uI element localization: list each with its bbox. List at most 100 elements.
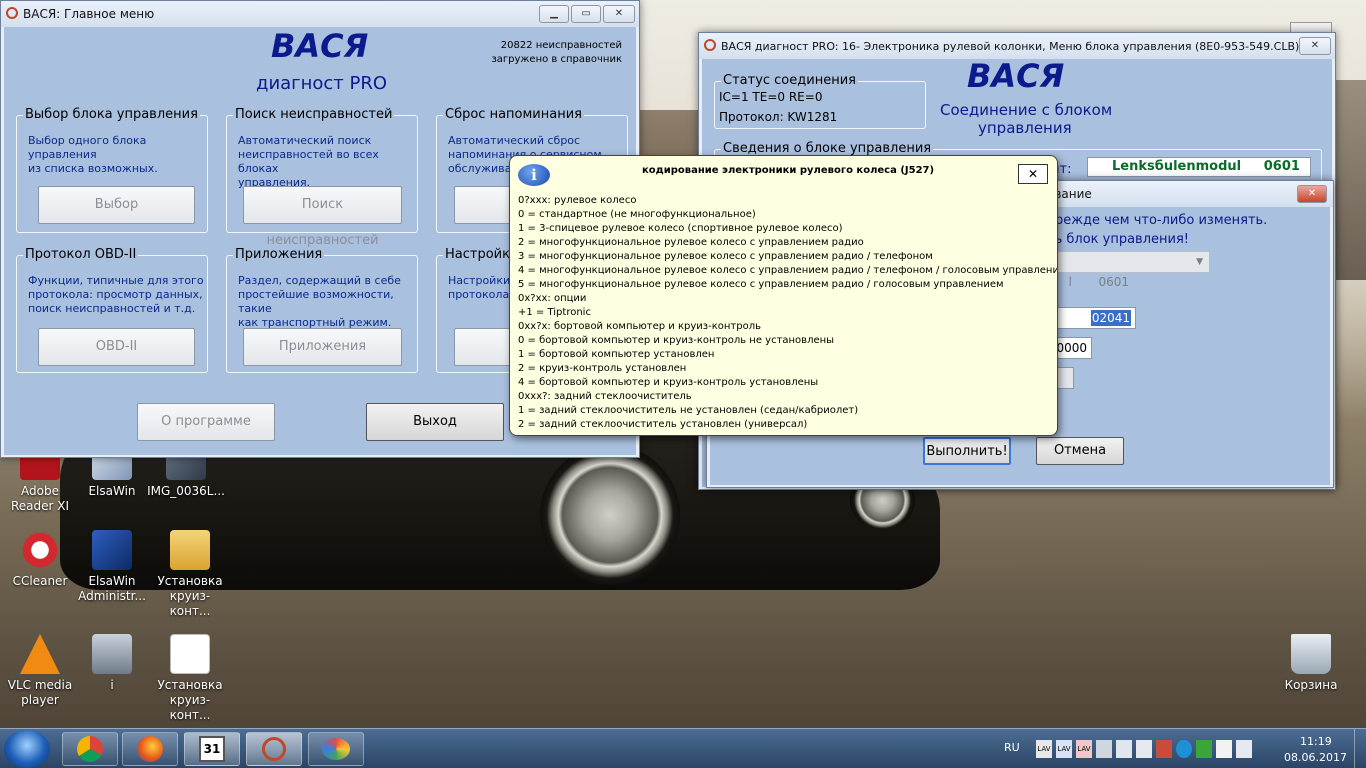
start-button[interactable] — [4, 730, 50, 768]
info-icon: i — [518, 164, 550, 186]
desktop-icon-vlc[interactable]: VLC media player — [0, 634, 80, 708]
tooltip-line: 4 = бортовой компьютер и круиз-контроль … — [518, 377, 819, 388]
ecu-select[interactable]: l 0601 ▼ — [1050, 251, 1210, 289]
flag-icon[interactable] — [1216, 740, 1232, 758]
coding-info-tooltip: i кодирование электроники рулевого колес… — [509, 155, 1058, 436]
ecu-window-titlebar[interactable]: ВАСЯ диагност PRO: 16- Электроника рулев… — [699, 33, 1335, 59]
firefox-document-icon — [170, 634, 210, 674]
language-indicator[interactable]: RU — [1004, 741, 1020, 768]
faults-loaded-note: загружено в справочник — [491, 54, 622, 65]
ccleaner-icon — [20, 530, 60, 570]
connection-status-line: IC=1 TE=0 RE=0 — [719, 90, 823, 104]
tooltip-line: 5 = многофункциональное рулевое колесо с… — [518, 279, 1004, 290]
vasya-logo: ВАСЯ — [967, 57, 1065, 95]
group-select-ecu: Выбор блока управления Выбор одного блок… — [16, 107, 208, 233]
tooltip-line: 0x?xx: опции — [518, 293, 587, 304]
show-desktop-button[interactable] — [1354, 729, 1366, 768]
exit-button[interactable]: Выход — [366, 403, 504, 441]
firefox-taskbar-button[interactable] — [122, 732, 178, 766]
paint-taskbar-button[interactable] — [308, 732, 364, 766]
tooltip-body: 0?xxx: рулевое колесо 0 = стандартное (н… — [518, 194, 1058, 432]
faults-count: 20822 неисправностей — [500, 40, 622, 51]
car-photo-icon — [92, 634, 132, 674]
vasya-app-icon — [704, 39, 716, 51]
calendar-taskbar-button[interactable]: 31 — [184, 732, 240, 766]
wallpaper-wheel-front — [540, 445, 680, 585]
tooltip-line: 1 = задний стеклоочиститель не установле… — [518, 405, 859, 416]
calendar-31-icon: 31 — [199, 736, 225, 762]
computer-icon — [92, 530, 132, 570]
about-button[interactable]: О программе — [137, 403, 275, 441]
skype-icon[interactable] — [1176, 740, 1192, 758]
coding-warning-2: ть блок управления! — [1047, 232, 1189, 247]
network-icon[interactable] — [1136, 740, 1152, 758]
paint-palette-icon — [322, 738, 350, 760]
usb-icon[interactable] — [1096, 740, 1112, 758]
tooltip-title: кодирование электроники рулевого колеса … — [642, 165, 935, 176]
tooltip-close-button[interactable]: ✕ — [1018, 164, 1048, 184]
desktop-icon-elsawin-admin[interactable]: ElsaWin Administr... — [72, 530, 152, 604]
connection-text-1: Соединение с блоком — [940, 101, 1113, 119]
tooltip-line: 2 = круиз-контроль установлен — [518, 363, 687, 374]
fault-search-button[interactable]: Поиск неисправностей — [243, 186, 402, 248]
vlc-cone-icon — [20, 634, 60, 674]
tooltip-line: 0 = стандартное (не многофункциональное) — [518, 209, 756, 220]
desktop-icon-i[interactable]: i — [72, 634, 152, 693]
coding-input[interactable]: 02041 — [1050, 307, 1136, 329]
vasya-taskbar-button[interactable] — [246, 732, 302, 766]
lav-icon[interactable]: LAV — [1056, 740, 1072, 758]
firefox-icon — [137, 736, 163, 762]
connection-status-group: Статус соединения IC=1 TE=0 RE=0 Протоко… — [714, 73, 926, 129]
coding-dialog-close-button[interactable]: ✕ — [1297, 185, 1327, 203]
clock-date[interactable]: 08.06.2017 — [1284, 751, 1347, 768]
main-window-title: ВАСЯ: Главное меню — [23, 7, 155, 21]
antivirus-icon[interactable] — [1156, 740, 1172, 758]
connection-text-2: управления — [978, 119, 1072, 137]
protocol-line: Протокол: KW1281 — [719, 110, 838, 124]
vasya-app-icon — [6, 7, 18, 19]
chrome-taskbar-button[interactable] — [62, 732, 118, 766]
taskbar: 31 RU LAV LAV LAV 11:19 08.06.2017 — [0, 728, 1366, 768]
chrome-icon — [77, 736, 103, 762]
lav-icon[interactable]: LAV — [1036, 740, 1052, 758]
ecu-close-button[interactable]: ✕ — [1299, 37, 1331, 55]
volume-icon[interactable] — [1236, 740, 1252, 758]
app-subtitle: диагност PRO — [256, 73, 388, 94]
tooltip-line: 1 = 3-спицевое рулевое колесо (спортивно… — [518, 223, 843, 234]
lav-icon[interactable]: LAV — [1076, 740, 1092, 758]
torrent-icon[interactable] — [1196, 740, 1212, 758]
minimize-button[interactable]: ▁ — [539, 5, 569, 23]
obd2-button[interactable]: OBD-II — [38, 328, 195, 366]
tooltip-line: 1 = бортовой компьютер установлен — [518, 349, 715, 360]
component-value: Lenksбulenmodul 0601 — [1087, 157, 1311, 177]
battery-icon[interactable] — [1116, 740, 1132, 758]
select-ecu-button[interactable]: Выбор — [38, 186, 195, 224]
group-obd2: Протокол OBD-II Функции, типичные для эт… — [16, 247, 208, 373]
desktop-icon-cruise-folder[interactable]: Установка круиз-конт... — [150, 530, 230, 619]
group-fault-search: Поиск неисправностей Автоматический поис… — [226, 107, 418, 248]
chevron-down-icon: ▼ — [1196, 257, 1203, 267]
desktop-icon-ccleaner[interactable]: CCleaner — [0, 530, 80, 589]
tray-icons: LAV LAV LAV — [1036, 740, 1272, 758]
ecu-window-title: ВАСЯ диагност PRO: 16- Электроника рулев… — [721, 39, 1300, 53]
vasya-app-icon — [262, 737, 286, 761]
tooltip-line: 0xxx?: задний стеклоочиститель — [518, 391, 692, 402]
tooltip-line: 2 = многофункциональное рулевое колесо с… — [518, 237, 864, 248]
tooltip-line: 4 = многофункциональное рулевое колесо с… — [518, 265, 1058, 276]
close-button[interactable]: ✕ — [603, 5, 635, 23]
tooltip-line: 0xx?x: бортовой компьютер и круиз-контро… — [518, 321, 761, 332]
desktop-icon-recycle-bin[interactable]: Корзина — [1271, 634, 1351, 693]
vasya-logo: ВАСЯ — [271, 27, 369, 65]
applications-button[interactable]: Приложения — [243, 328, 402, 366]
tooltip-line: +1 = Tiptronic — [518, 307, 591, 318]
cancel-button[interactable]: Отмена — [1036, 437, 1124, 465]
maximize-button[interactable]: ▭ — [571, 5, 601, 23]
tooltip-line: 0?xxx: рулевое колесо — [518, 195, 637, 206]
coding-warning-1: режде чем что-либо изменять. — [1055, 213, 1268, 228]
folder-icon — [170, 530, 210, 570]
tooltip-line: 0 = бортовой компьютер и круиз-контроль … — [518, 335, 835, 346]
tooltip-line: 3 = многофункциональное рулевое колесо с… — [518, 251, 933, 262]
desktop-icon-cruise-html[interactable]: Установка круиз-конт... — [150, 634, 230, 723]
execute-button[interactable]: Выполнить! — [923, 437, 1011, 465]
group-applications: Приложения Раздел, содержащий в себе прос… — [226, 247, 418, 373]
